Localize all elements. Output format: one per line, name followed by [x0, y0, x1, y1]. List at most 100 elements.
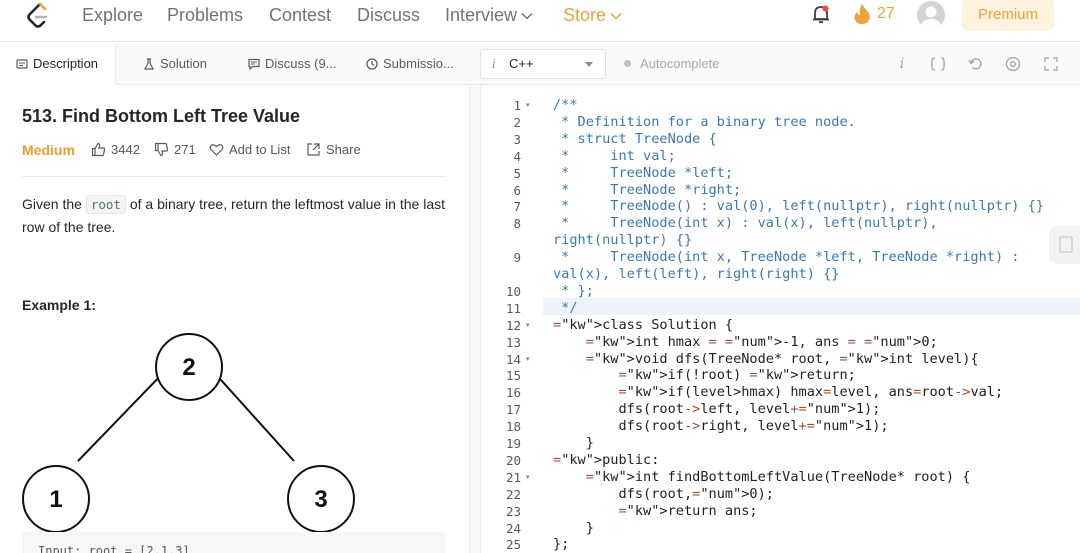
code-line: * TreeNode *left; [553, 164, 734, 181]
tab-description-label: Description [33, 56, 99, 71]
fold-arrow-icon[interactable]: ▾ [526, 469, 530, 486]
settings-icon[interactable] [1004, 55, 1022, 73]
tab-solution[interactable]: Solution [143, 43, 207, 85]
flask-icon [144, 57, 154, 70]
code-line: * struct TreeNode { [553, 130, 717, 147]
info-icon: i [492, 57, 496, 71]
line-number: 15 [505, 368, 521, 384]
line-number: 1 [513, 98, 521, 113]
notes-button[interactable] [1049, 226, 1080, 264]
line-number: 12 [505, 317, 521, 333]
caret-down-icon [585, 62, 593, 67]
nav-discuss[interactable]: Discuss [357, 5, 420, 25]
reset-icon[interactable] [967, 55, 985, 73]
dislike-button[interactable]: 271 [154, 142, 196, 158]
code-line: dfs(root->right, level+="num">1); [553, 418, 889, 435]
code-line: * Definition for a binary tree node. [553, 113, 856, 130]
tab-description[interactable]: Description [0, 43, 116, 85]
premium-button[interactable]: Premium [962, 0, 1054, 31]
line-number: 2 [513, 114, 521, 130]
divider [22, 176, 446, 177]
nav-problems[interactable]: Problems [167, 5, 243, 25]
line-number: 25 [505, 537, 521, 553]
top-navigation-bar: Explore Problems Contest Discuss Intervi… [0, 0, 1080, 42]
thumbs-up-icon [91, 142, 106, 156]
tab-submissions[interactable]: Submissio... [366, 43, 454, 85]
code-line: ="kw">public: [553, 451, 660, 468]
nav-store-label: Store [563, 5, 607, 25]
braces-icon[interactable] [929, 55, 947, 73]
line-number: 5 [513, 165, 521, 181]
nav-explore[interactable]: Explore [82, 5, 143, 25]
line-number: 7 [513, 199, 521, 215]
chevron-down-icon [521, 13, 533, 20]
discuss-icon [248, 58, 260, 70]
tab-discuss[interactable]: Discuss (9... [248, 43, 337, 85]
code-line: ="kw">return ans; [618, 502, 758, 519]
nav-store[interactable]: Store [563, 5, 622, 25]
chevron-down-icon [610, 13, 622, 20]
line-number: 14 [505, 351, 521, 367]
fullscreen-icon[interactable] [1042, 55, 1060, 73]
code-line: val(x), left(left), right(right) {} [553, 266, 840, 282]
code-line: * TreeNode *right; [553, 181, 742, 198]
bell-icon[interactable] [810, 3, 832, 25]
nav-interview-label: Interview [445, 5, 518, 25]
avatar-icon[interactable] [917, 1, 945, 29]
leetcode-logo-icon[interactable] [26, 2, 50, 30]
notes-icon [1059, 236, 1073, 253]
line-number: 24 [505, 520, 521, 536]
line-number: 10 [505, 283, 521, 299]
line-number: 21 [505, 469, 521, 485]
tree-edge [77, 369, 167, 462]
heart-icon [209, 143, 224, 156]
problem-description: Given the root of a binary tree, return … [22, 193, 452, 238]
code-line: ="kw">class Solution { [553, 316, 734, 333]
add-to-list-label: Add to List [229, 142, 291, 157]
fold-arrow-icon[interactable]: ▾ [526, 351, 530, 368]
dislike-count: 271 [174, 142, 196, 157]
line-number: 13 [505, 334, 521, 350]
language-select[interactable]: i C++ [480, 49, 606, 79]
info-icon[interactable]: i [893, 55, 911, 73]
share-button[interactable]: Share [306, 142, 361, 158]
line-number: 18 [505, 419, 521, 435]
description-icon [16, 58, 28, 69]
line-number: 6 [513, 182, 521, 198]
line-number: 4 [513, 148, 521, 164]
pane-resize-handle[interactable] [469, 86, 481, 553]
line-number: 8 [513, 216, 521, 232]
line-number: 3 [513, 131, 521, 147]
problem-description-pane: 513. Find Bottom Left Tree Value Medium … [0, 86, 469, 553]
code-editor[interactable]: 1 ▾ 2 3 4 5 6 7 8 9 10 11 12 ▾ 13 14 ▾ 15 16 17 18 19 20 21 ▾ 22 2… [481, 86, 1080, 553]
line-number: 22 [505, 486, 521, 502]
example-input-block: Input: root = [2,1,3] [22, 532, 446, 553]
code-line: } [553, 435, 594, 451]
nav-interview[interactable]: Interview [445, 5, 533, 25]
like-button[interactable]: 3442 [91, 142, 140, 158]
nav-contest[interactable]: Contest [269, 5, 331, 25]
code-line: * TreeNode() : val(0), left(nullptr), ri… [553, 198, 1045, 215]
thumbs-down-icon [154, 142, 169, 156]
autocomplete-toggle[interactable]: Autocomplete [624, 43, 720, 85]
line-number: 20 [505, 452, 521, 468]
code-line: * TreeNode(int x, TreeNode *left, TreeNo… [553, 249, 1020, 266]
code-line: * TreeNode(int x) : val(x), left(nullptr… [553, 215, 938, 232]
line-number: 23 [505, 503, 521, 519]
tree-node-label: 1 [49, 486, 62, 513]
tab-solution-label: Solution [160, 56, 207, 71]
fold-arrow-icon[interactable]: ▾ [526, 97, 530, 114]
fold-arrow-icon[interactable]: ▾ [526, 317, 530, 334]
code-line: right(nullptr) {} [553, 232, 693, 249]
difficulty-badge: Medium [22, 142, 75, 158]
example-title: Example 1: [22, 297, 96, 313]
code-line: } [553, 519, 594, 536]
description-text: Given the [22, 196, 86, 212]
tree-node-label: 2 [182, 354, 195, 381]
share-label: Share [326, 142, 361, 157]
toggle-dot-icon [624, 60, 631, 68]
add-to-list-button[interactable]: Add to List [209, 142, 290, 158]
code-line: ="kw">if(!root) ="kw">return; [618, 367, 856, 384]
tab-submissions-label: Submissio... [383, 56, 454, 71]
line-number: 9 [513, 250, 521, 266]
